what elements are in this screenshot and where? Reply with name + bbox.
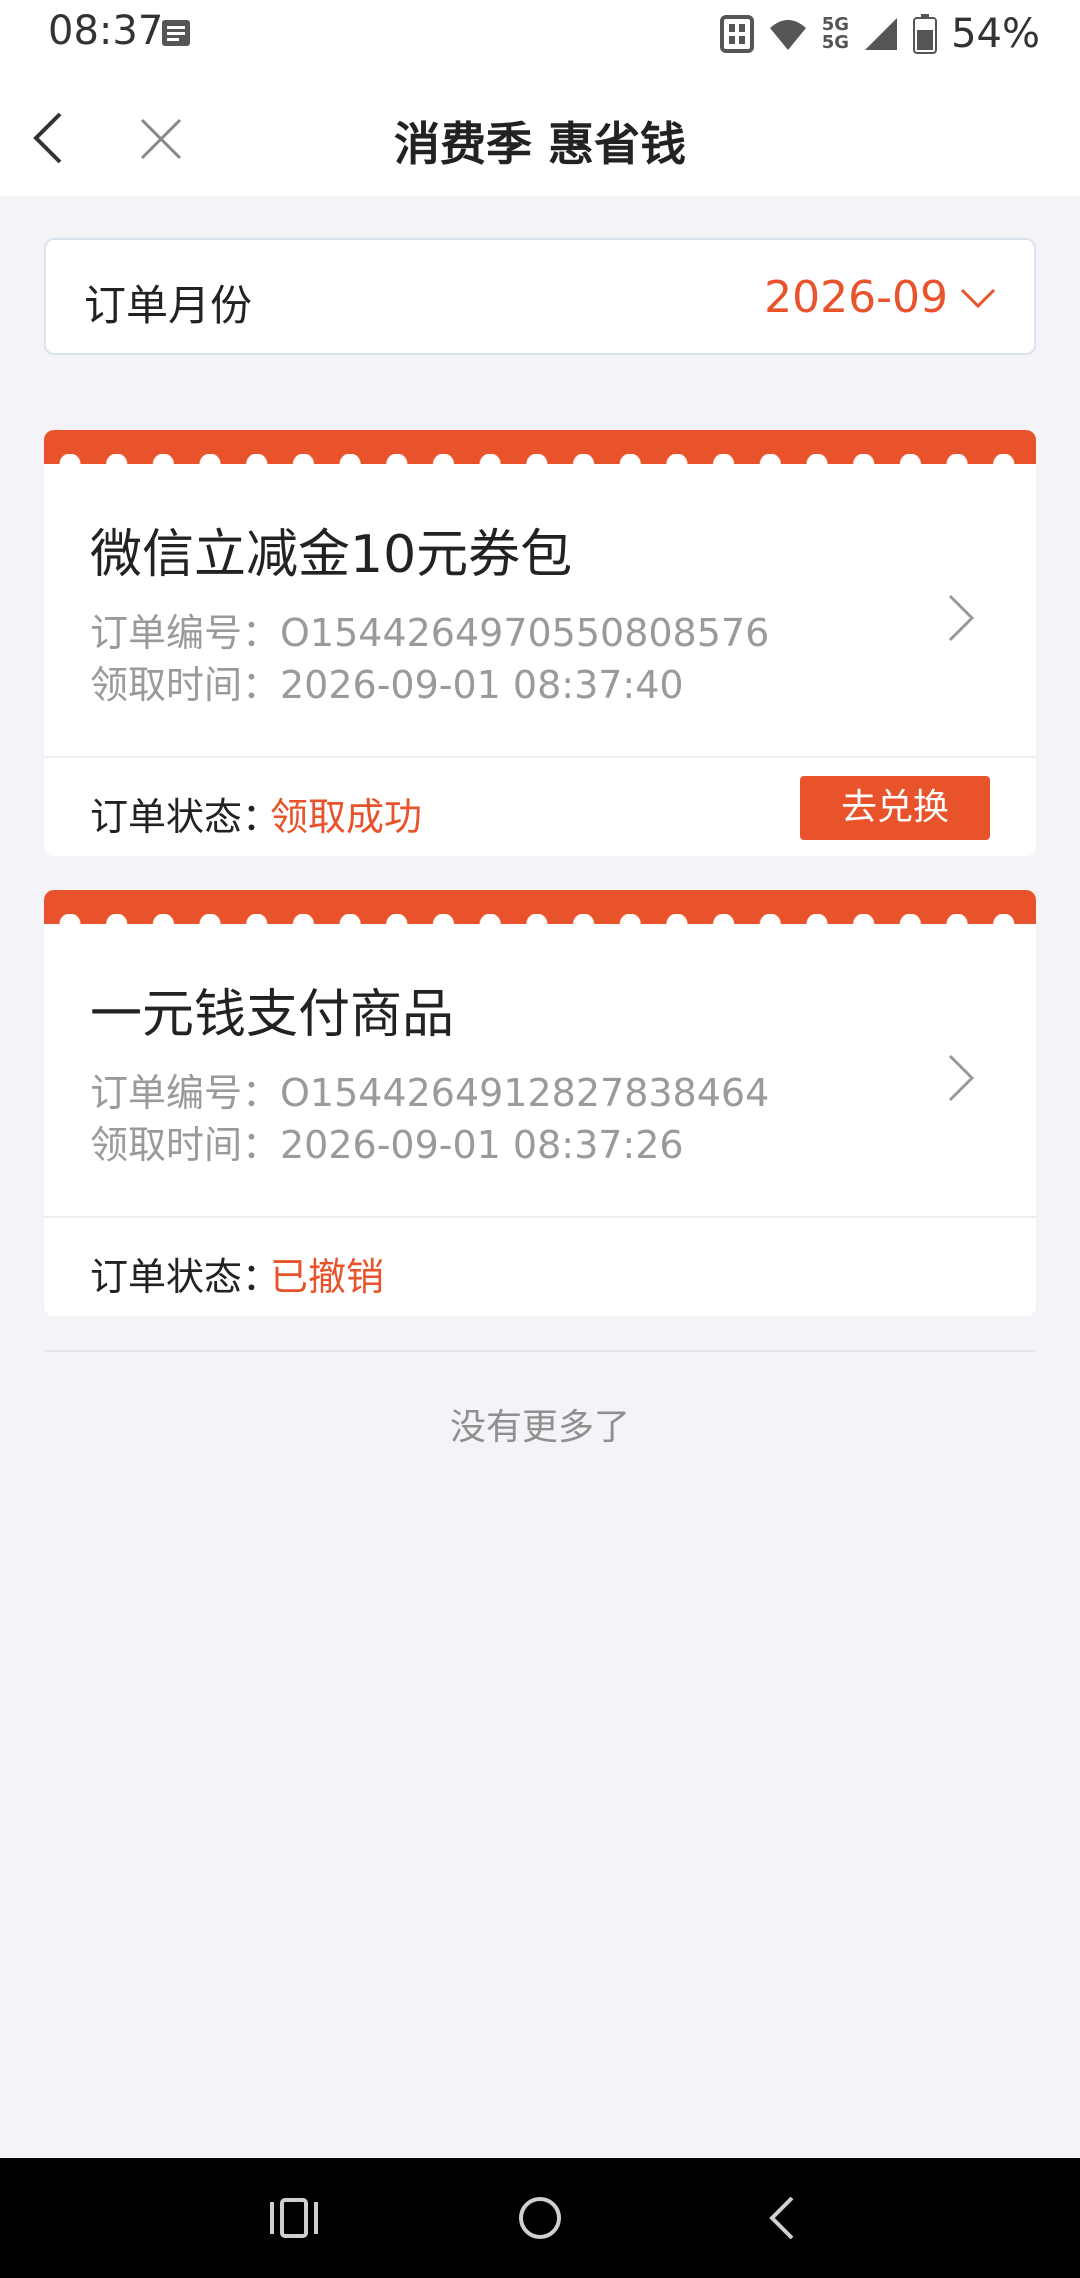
card-header-band [44, 890, 1036, 934]
recent-apps-icon[interactable] [266, 2190, 322, 2246]
month-label: 订单月份 [84, 281, 253, 330]
battery-icon [913, 14, 938, 54]
wifi-icon [769, 20, 806, 50]
order-title: 一元钱支付商品 [90, 985, 455, 1045]
card-header-band [44, 430, 1036, 474]
battery-percent: 54% [951, 11, 1040, 57]
chevron-right-icon[interactable] [946, 592, 976, 644]
redeem-button[interactable]: 去兑换 [800, 776, 990, 840]
order-time: 领取时间：2026-09-01 08:37:26 [90, 1123, 684, 1167]
list-end-divider [44, 1350, 1036, 1352]
order-card[interactable]: 一元钱支付商品 订单编号：O1544264912827838464 领取时间：2… [44, 890, 1036, 1316]
order-time: 领取时间：2026-09-01 08:37:40 [90, 663, 684, 707]
chevron-down-icon [960, 288, 996, 309]
cellular-icon [865, 18, 898, 50]
system-nav-bar [0, 2158, 1080, 2278]
month-value[interactable]: 2026-09 [764, 272, 948, 323]
order-status-value: 已撤销 [270, 1255, 385, 1299]
order-number: 订单编号：O1544264970550808576 [90, 611, 770, 655]
order-title: 微信立减金10元券包 [90, 525, 573, 585]
network-label: 5G 5G [822, 16, 849, 52]
no-more-text: 没有更多了 [449, 1407, 630, 1448]
page-title: 消费季 惠省钱 [393, 117, 686, 171]
signal-icon [719, 15, 754, 53]
nav-bar: 消费季 惠省钱 [0, 68, 1080, 196]
order-card[interactable]: 微信立减金10元券包 订单编号：O1544264970550808576 领取时… [44, 430, 1036, 856]
status-time: 08:37 [48, 8, 164, 54]
order-status-label: 订单状态： [90, 1255, 281, 1299]
month-selector[interactable]: 订单月份 2026-09 [44, 238, 1036, 355]
order-card-body[interactable]: 一元钱支付商品 订单编号：O1544264912827838464 领取时间：2… [44, 924, 1036, 1216]
back-nav-icon[interactable] [756, 2190, 812, 2246]
order-card-footer: 订单状态： 领取成功 去兑换 [44, 756, 1036, 856]
notification-icon [162, 20, 190, 46]
home-icon[interactable] [512, 2190, 568, 2246]
order-status-label: 订单状态： [90, 795, 281, 839]
order-number: 订单编号：O1544264912827838464 [90, 1071, 770, 1115]
order-card-footer: 订单状态： 已撤销 [44, 1216, 1036, 1316]
order-status-value: 领取成功 [270, 795, 423, 839]
status-icons: 5G 5G 54% [719, 8, 1040, 60]
order-card-body[interactable]: 微信立减金10元券包 订单编号：O1544264970550808576 领取时… [44, 464, 1036, 756]
network-label-bottom: 5G [821, 32, 850, 53]
chevron-right-icon[interactable] [946, 1052, 976, 1104]
status-bar: 08:37 5G 5G 54% [0, 0, 1080, 68]
